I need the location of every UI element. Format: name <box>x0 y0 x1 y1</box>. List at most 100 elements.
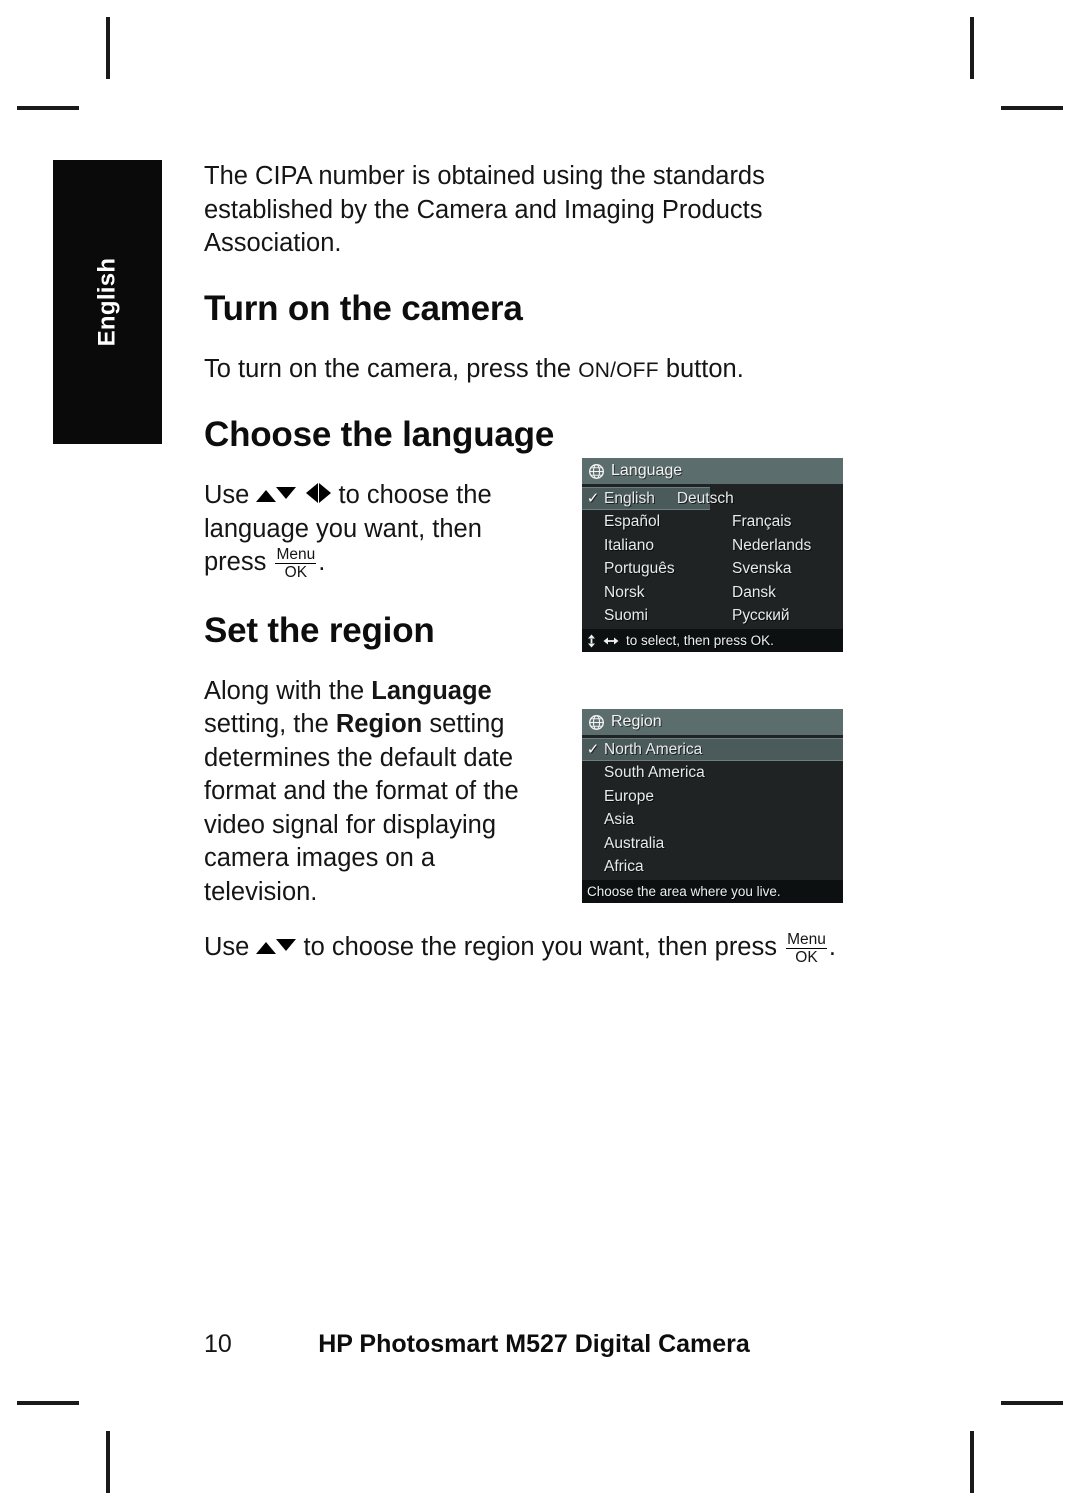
set-region-instruction-text-2: to choose the region you want, then pres… <box>296 933 785 961</box>
menu-ok-bottom-label-2: OK <box>795 949 818 966</box>
language-side-tab: English <box>53 160 162 444</box>
check-icon: ✓ <box>586 490 600 508</box>
document-title: HP Photosmart M527 Digital Camera <box>318 1330 750 1358</box>
turn-on-text-before: To turn on the camera, press the <box>204 354 579 383</box>
leftright-arrows-icon <box>306 483 332 503</box>
crop-mark-bottom-left-vertical <box>106 1431 110 1493</box>
language-option-label: English <box>604 489 655 507</box>
set-region-text-c: setting, the <box>204 710 336 738</box>
region-option-label: Australia <box>604 834 665 852</box>
language-option-italiano[interactable]: Italiano <box>582 538 710 554</box>
choose-language-instruction-paragraph: Use to choose the language you want, the… <box>204 479 549 581</box>
updown-arrows-icon-2 <box>256 939 297 954</box>
language-menu-screenshot: Language ✓ English Deutsch Español Français I… <box>582 458 843 653</box>
language-option-label: Français <box>732 513 792 531</box>
turn-on-text-after: button. <box>658 354 744 383</box>
region-option-label: Africa <box>604 857 644 875</box>
updown-arrows-icon <box>256 487 297 502</box>
language-option-row[interactable]: ✓ English Deutsch <box>582 487 734 511</box>
language-menu-footer: to select, then press OK. <box>582 629 843 653</box>
language-option-row[interactable]: Español Français <box>582 510 843 533</box>
arrow-down-icon-2 <box>276 939 297 951</box>
language-option-english[interactable]: ✓ English <box>582 491 655 507</box>
region-option-africa[interactable]: Africa <box>582 855 843 878</box>
crop-mark-bottom-right-vertical <box>970 1431 974 1493</box>
region-option-label: North America <box>604 740 703 758</box>
language-option-label: Dansk <box>732 583 776 601</box>
language-option-dansk[interactable]: Dansk <box>710 583 843 601</box>
region-menu-footer: Choose the area where you live. <box>582 880 843 904</box>
language-menu-body: ✓ English Deutsch Español Français Italiano Ne… <box>582 484 843 630</box>
region-menu-header: Region <box>582 709 843 735</box>
language-option-deutsch[interactable]: Deutsch <box>655 491 734 507</box>
language-menu-header: Language <box>582 458 843 484</box>
language-option-label: Русский <box>732 606 790 624</box>
arrow-right-icon <box>319 483 332 503</box>
language-option-español[interactable]: Español <box>582 514 710 530</box>
page-footer: 10 HP Photosmart M527 Digital Camera <box>204 1330 864 1364</box>
language-footer-arrow-icons <box>587 634 619 648</box>
language-option-label: Svenska <box>732 560 792 578</box>
arrow-down-icon <box>276 487 297 499</box>
region-option-south-america[interactable]: South America <box>582 761 843 784</box>
language-option-row[interactable]: Norsk Dansk <box>582 581 843 604</box>
menu-ok-top-label: Menu <box>275 545 317 564</box>
language-option-suomi[interactable]: Suomi <box>582 608 710 624</box>
set-region-region-bold: Region <box>335 710 423 738</box>
leftright-arrow-icon <box>603 637 619 645</box>
set-region-instruction-text-1: Use <box>204 933 257 961</box>
menu-ok-button-glyph-2: Menu OK <box>786 930 827 966</box>
crop-mark-bottom-left-horizontal <box>17 1401 79 1405</box>
set-region-language-bold: Language <box>371 676 492 705</box>
region-option-label: Asia <box>604 811 635 829</box>
language-option-row[interactable]: Português Svenska <box>582 557 843 580</box>
language-option-label: Deutsch <box>676 489 734 507</box>
region-option-list: ✓ North America South America Europe Asia Aus… <box>582 738 843 878</box>
choose-language-text-end: . <box>318 548 326 576</box>
turn-on-instruction-paragraph: To turn on the camera, press the ON/OFF … <box>204 353 864 388</box>
crop-mark-top-left-vertical <box>106 17 110 79</box>
language-option-norsk[interactable]: Norsk <box>582 583 710 601</box>
check-icon: ✓ <box>586 741 600 759</box>
arrow-up-icon-2 <box>256 942 277 954</box>
intro-paragraph: The CIPA number is obtained using the st… <box>204 162 765 257</box>
language-option-row[interactable]: Suomi Русский <box>582 604 843 627</box>
arrow-left-icon <box>306 483 319 503</box>
on-off-button-name: ON/OFF <box>578 358 659 382</box>
language-option-svenska[interactable]: Svenska <box>710 561 843 577</box>
crop-mark-top-right-vertical <box>970 17 974 79</box>
set-region-instruction-text-end: . <box>828 933 836 961</box>
language-option-русский[interactable]: Русский <box>710 608 843 624</box>
menu-ok-top-label-2: Menu <box>786 930 827 949</box>
heading-turn-on-the-camera: Turn on the camera <box>204 288 523 328</box>
region-option-australia[interactable]: Australia <box>582 832 843 855</box>
language-option-label: Norsk <box>604 583 645 601</box>
region-menu-footer-text: Choose the area where you live. <box>587 884 781 900</box>
language-menu-footer-text: to select, then press OK. <box>626 633 774 649</box>
region-menu-title: Region <box>611 713 662 730</box>
language-side-tab-label: English <box>93 257 121 347</box>
crop-mark-top-left-horizontal <box>17 106 79 110</box>
language-option-label: Nederlands <box>732 536 812 554</box>
menu-ok-bottom-label: OK <box>284 564 308 581</box>
language-option-label: Italiano <box>604 536 654 554</box>
region-option-asia[interactable]: Asia <box>582 808 843 831</box>
region-option-north-america[interactable]: ✓ North America <box>582 738 843 762</box>
menu-ok-button-glyph: Menu OK <box>275 545 317 581</box>
language-option-row[interactable]: Italiano Nederlands <box>582 534 843 557</box>
globe-icon <box>589 463 604 479</box>
language-option-label: Português <box>604 560 675 578</box>
choose-language-text-1: Use <box>204 481 257 509</box>
language-option-français[interactable]: Français <box>710 514 843 530</box>
region-option-label: Europe <box>604 787 654 805</box>
arrow-up-icon <box>256 490 277 502</box>
set-region-text-e: setting determines the default date form… <box>204 710 519 906</box>
heading-choose-the-language: Choose the language <box>204 415 555 454</box>
set-region-paragraph: Along with the Language setting, the Reg… <box>204 675 549 910</box>
region-option-europe[interactable]: Europe <box>582 785 843 808</box>
language-option-list: ✓ English Deutsch Español Français Italiano Ne… <box>582 487 843 627</box>
language-option-nederlands[interactable]: Nederlands <box>710 538 843 554</box>
language-option-label: Suomi <box>604 606 648 624</box>
language-option-português[interactable]: Português <box>582 561 710 577</box>
region-option-label: South America <box>604 764 705 782</box>
